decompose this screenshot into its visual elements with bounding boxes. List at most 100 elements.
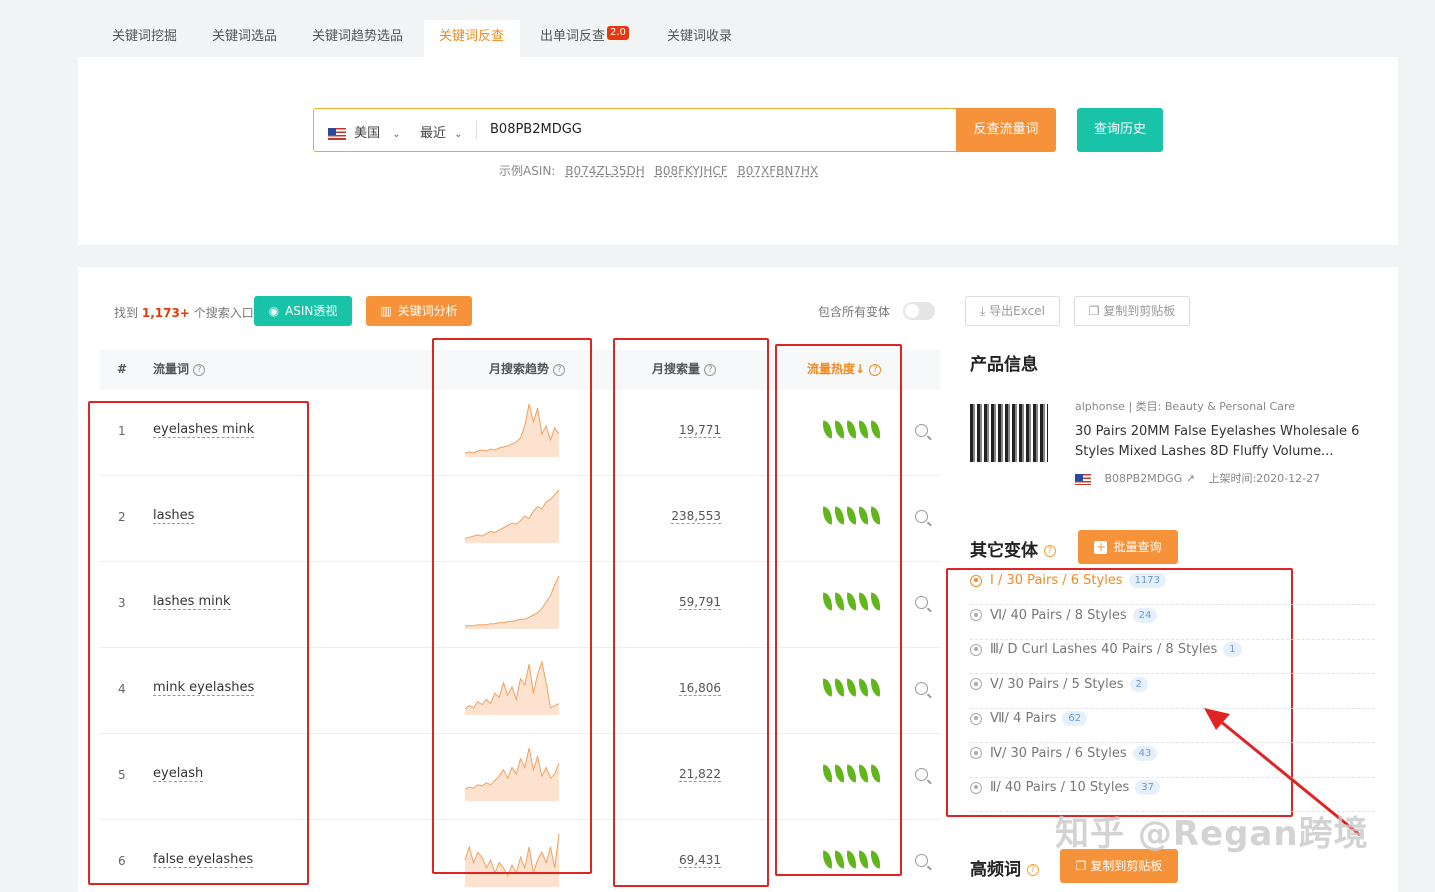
col-heat[interactable]: 流量热度↓ ? (807, 350, 882, 390)
search-volume[interactable]: 59,791 (679, 595, 721, 610)
search-icon[interactable] (915, 682, 928, 695)
heat-leaf-icon (868, 850, 883, 869)
variant-item[interactable]: Ⅰ / 30 Pairs / 6 Styles 1173 (970, 571, 1375, 605)
asin-input[interactable]: B08PB2MDGG (490, 122, 582, 137)
help-icon[interactable]: ? (704, 363, 717, 376)
variant-item[interactable]: Ⅵ/ 40 Pairs / 8 Styles 24 (970, 606, 1375, 640)
search-volume[interactable]: 19,771 (679, 423, 721, 438)
query-history-button[interactable]: 查询历史 (1077, 108, 1163, 152)
col-trend[interactable]: 月搜索趋势 ? (489, 350, 566, 390)
table-row[interactable]: 5 eyelash 21,822 (100, 734, 940, 820)
variant-count-badge: 2 (1129, 676, 1148, 692)
trend-sparkline[interactable] (464, 572, 560, 630)
result-summary: 找到 1,173+ 个搜索入口 (114, 304, 254, 321)
trend-sparkline[interactable] (464, 744, 560, 802)
heat-leaf-icon (844, 678, 859, 697)
search-volume[interactable]: 21,822 (679, 767, 721, 782)
table-row[interactable]: 4 mink eyelashes 16,806 (100, 648, 940, 734)
search-volume[interactable]: 238,553 (671, 509, 721, 524)
asin-insight-button[interactable]: ◉ ASIN透视 (254, 296, 352, 326)
variant-toggle[interactable] (903, 302, 935, 320)
help-icon[interactable]: ? (1043, 545, 1056, 557)
keyword-link[interactable]: eyelashes mink (153, 422, 255, 438)
batch-query-button[interactable]: + 批量查询 (1078, 530, 1178, 564)
high-freq-copy-label: 复制到剪贴板 (1090, 859, 1163, 873)
reverse-search-button[interactable]: 反查流量词 (956, 108, 1056, 152)
heat-leaf-icon (820, 850, 835, 869)
table-row[interactable]: 2 lashes 238,553 (100, 476, 940, 562)
toggle-knob (905, 304, 919, 318)
search-volume[interactable]: 16,806 (679, 681, 721, 696)
col-num: # (117, 362, 128, 376)
variant-count-badge: 1173 (1128, 573, 1167, 588)
us-flag-icon (1075, 473, 1091, 485)
heat-rating (820, 420, 883, 439)
example-asin-link[interactable]: B07XFBN7HX (737, 164, 818, 178)
variant-count-badge: 1 (1223, 642, 1242, 657)
trend-sparkline[interactable] (464, 830, 560, 888)
table-row[interactable]: 1 eyelashes mink 19,771 (100, 390, 940, 476)
table-row[interactable]: 6 false eyelashes 69,431 (100, 820, 940, 892)
search-icon[interactable] (915, 854, 928, 867)
product-image[interactable] (970, 404, 1048, 462)
tab-keyword-reverse[interactable]: 关键词反查 (424, 20, 520, 57)
product-title[interactable]: 30 Pairs 20MM False Eyelashes Wholesale … (1075, 422, 1370, 462)
export-excel-button[interactable]: ⤓ 导出Excel (965, 296, 1060, 326)
tab-keyword-mining[interactable]: 关键词挖掘 (97, 20, 192, 57)
heat-leaf-icon (856, 506, 871, 525)
col-volume[interactable]: 月搜索量 ? (652, 350, 717, 390)
country-select[interactable]: 美国 ⌄ (328, 122, 401, 141)
trend-sparkline[interactable] (464, 658, 560, 716)
col-keyword[interactable]: 流量词 ? (153, 350, 206, 390)
tab-order-keyword[interactable]: 出单词反查 2.0 (525, 20, 644, 57)
example-asin-link[interactable]: B074ZL35DH (565, 164, 645, 178)
search-icon[interactable] (915, 596, 928, 609)
heat-leaf-icon (820, 420, 835, 439)
external-link-icon[interactable]: ↗ (1186, 472, 1195, 485)
variant-item[interactable]: Ⅲ/ D Curl Lashes 40 Pairs / 8 Styles 1 (970, 640, 1375, 674)
keyword-analysis-button[interactable]: ▥ 关键词分析 (366, 296, 472, 326)
copy-clipboard-button[interactable]: ❐ 复制到剪贴板 (1074, 296, 1190, 326)
product-asin[interactable]: B08PB2MDGG (1105, 472, 1183, 485)
keyword-link[interactable]: lashes (153, 508, 195, 524)
variant-label: Ⅱ/ 40 Pairs / 10 Styles (990, 780, 1130, 795)
heat-rating (820, 506, 883, 525)
help-icon[interactable]: ? (869, 363, 882, 376)
radio-icon[interactable] (970, 678, 982, 690)
tab-keyword-selection[interactable]: 关键词选品 (197, 20, 292, 57)
eye-icon: ◉ (268, 304, 280, 318)
help-icon[interactable]: ? (553, 363, 566, 376)
plus-box-icon: + (1094, 540, 1108, 554)
trend-sparkline[interactable] (464, 486, 560, 544)
radio-icon[interactable] (970, 712, 982, 725)
search-volume[interactable]: 69,431 (679, 853, 721, 868)
search-icon[interactable] (915, 768, 928, 781)
variant-label: Ⅴ/ 30 Pairs / 5 Styles (990, 676, 1124, 692)
help-icon[interactable]: ? (193, 363, 206, 376)
search-icon[interactable] (915, 510, 928, 523)
table-row[interactable]: 3 lashes mink 59,791 (100, 562, 940, 648)
trend-sparkline[interactable] (464, 400, 560, 458)
tab-keyword-trend[interactable]: 关键词趋势选品 (297, 20, 418, 57)
radio-icon[interactable] (970, 781, 982, 794)
keyword-link[interactable]: mink eyelashes (153, 680, 255, 696)
period-select[interactable]: 最近 ⌄ (420, 122, 463, 141)
summary-suffix: 个搜索入口 (193, 306, 254, 320)
keyword-link[interactable]: lashes mink (153, 594, 231, 610)
search-icon[interactable] (915, 424, 928, 437)
radio-icon[interactable] (970, 574, 982, 587)
heat-rating (820, 678, 883, 697)
trend-area (465, 404, 559, 457)
radio-icon[interactable] (970, 643, 982, 656)
export-label: 导出Excel (989, 304, 1045, 318)
keyword-link[interactable]: false eyelashes (153, 852, 254, 868)
variant-count-badge: 43 (1132, 745, 1158, 761)
heat-leaf-icon (820, 506, 835, 525)
keyword-link[interactable]: eyelash (153, 766, 204, 782)
radio-icon[interactable] (970, 747, 982, 759)
radio-icon[interactable] (970, 609, 982, 621)
help-icon[interactable]: ? (1026, 864, 1039, 876)
tab-keyword-index[interactable]: 关键词收录 (652, 20, 747, 57)
example-asin-link[interactable]: B08FKYJHCF (655, 164, 728, 178)
summary-prefix: 找到 (114, 306, 139, 320)
